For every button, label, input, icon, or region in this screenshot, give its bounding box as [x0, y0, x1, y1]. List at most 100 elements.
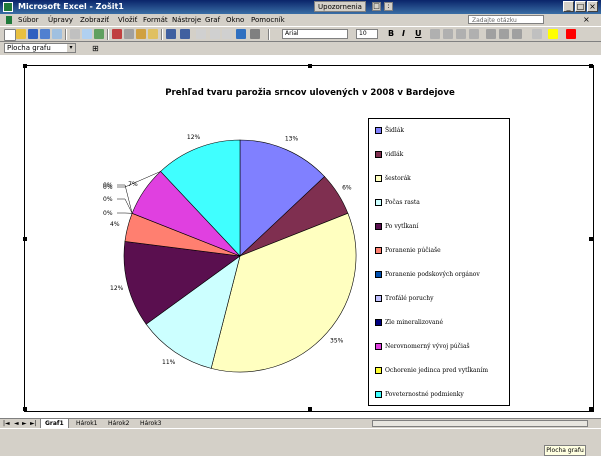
legend-item[interactable]: Počas rasta — [375, 199, 420, 211]
menu-file[interactable]: Súbor — [18, 15, 38, 25]
email-icon[interactable] — [52, 29, 62, 39]
print-preview-icon[interactable] — [82, 29, 92, 39]
legend-item[interactable]: Poranenie púčiaše — [375, 247, 441, 259]
legend-label: Nerovnomerný vývoj púčiaš — [385, 343, 470, 350]
menu-tools[interactable]: Nástroje — [172, 15, 201, 25]
italic-button[interactable]: I — [402, 29, 405, 39]
sheet-tab-harok2[interactable]: Hárok2 — [104, 419, 134, 428]
data-label-4[interactable]: 12% — [110, 285, 124, 292]
help-question-input[interactable]: Zadajte otázku — [468, 15, 544, 24]
document-close-button[interactable]: × — [583, 15, 590, 25]
align-right-icon[interactable] — [456, 29, 466, 39]
menu-window[interactable]: Okno — [226, 15, 244, 25]
chart-legend[interactable]: Šidlák vidlák šestorák Počas rasta Po vytĺka… — [368, 118, 510, 406]
restore-small-icon[interactable]: □ — [372, 2, 381, 11]
excel-icon[interactable] — [3, 2, 13, 12]
legend-swatch — [375, 127, 382, 134]
copy-icon[interactable] — [124, 29, 134, 39]
legend-item[interactable]: Nerovnomerný vývoj púčiaš — [375, 343, 470, 355]
currency-icon[interactable] — [486, 29, 496, 39]
data-label-11[interactable]: 12% — [187, 134, 201, 141]
first-sheet-button[interactable]: |◄ — [3, 420, 10, 428]
chart-wizard-icon[interactable] — [236, 29, 246, 39]
menu-chart[interactable]: Graf — [205, 15, 220, 25]
window-controls: _ □ × — [563, 1, 598, 12]
undo-icon[interactable] — [166, 29, 176, 39]
legend-swatch — [375, 367, 382, 374]
align-left-icon[interactable] — [430, 29, 440, 39]
next-sheet-button[interactable]: ► — [22, 420, 27, 428]
fill-color-icon[interactable] — [548, 29, 558, 39]
legend-item[interactable]: Poranenie podskových orgánov — [375, 271, 480, 283]
cut-icon[interactable] — [112, 29, 122, 39]
chart-objects-bar: Plocha grafu ▾ ⊞ — [0, 42, 601, 55]
legend-item[interactable]: Šidlák — [375, 127, 404, 139]
chart-area[interactable]: Prehľad tvaru parožia srncov ulovených v… — [24, 65, 594, 412]
sheet-tabs-bar: |◄ ◄ ► ►| Graf1 Hárok1 Hárok2 Hárok3 — [0, 418, 601, 428]
borders-icon[interactable] — [532, 29, 542, 39]
font-color-icon[interactable] — [566, 29, 576, 39]
new-icon[interactable] — [4, 29, 16, 41]
format-painter-icon[interactable] — [148, 29, 158, 39]
last-sheet-button[interactable]: ►| — [30, 420, 37, 428]
merge-center-icon[interactable] — [469, 29, 479, 39]
document-icon[interactable] — [6, 16, 12, 24]
menu-help[interactable]: Pomocník — [251, 15, 285, 25]
data-label-7[interactable]: 0% — [103, 196, 113, 203]
percent-icon[interactable] — [499, 29, 509, 39]
legend-item[interactable]: šestorák — [375, 175, 411, 187]
autosum-icon[interactable] — [196, 29, 206, 39]
menu-insert[interactable]: Vložiť — [118, 15, 137, 25]
open-icon[interactable] — [16, 29, 26, 39]
permission-icon[interactable] — [40, 29, 50, 39]
legend-item[interactable]: vidlák — [375, 151, 403, 163]
legend-swatch — [375, 151, 382, 158]
drawing-icon[interactable] — [250, 29, 260, 39]
menu-view[interactable]: Zobraziť — [80, 15, 109, 25]
leader-line-7 — [117, 199, 132, 213]
sheet-tab-harok1[interactable]: Hárok1 — [72, 419, 102, 428]
menu-format[interactable]: Formát — [143, 15, 168, 25]
maximize-button[interactable]: □ — [575, 1, 586, 12]
legend-label: Poveternostné podmienky — [385, 391, 464, 398]
data-label-5[interactable]: 4% — [110, 221, 120, 228]
close-button[interactable]: × — [587, 1, 598, 12]
horizontal-scrollbar[interactable] — [372, 420, 588, 427]
legend-swatch — [375, 343, 382, 350]
options-icon[interactable]: : — [384, 2, 393, 11]
chart-objects-select[interactable]: Plocha grafu ▾ — [4, 43, 76, 53]
menu-edit[interactable]: Úpravy — [48, 15, 73, 25]
toolbar-separator — [268, 29, 270, 40]
legend-item[interactable]: Zle mineralizované — [375, 319, 443, 331]
legend-item[interactable]: Trofálé poruchy — [375, 295, 433, 307]
title-bar: Microsoft Excel - Zošit1 Upozornenia □ :… — [0, 0, 601, 14]
sheet-tab-harok3[interactable]: Hárok3 — [136, 419, 166, 428]
paste-icon[interactable] — [136, 29, 146, 39]
font-name-select[interactable]: Arial — [282, 29, 348, 39]
spelling-icon[interactable] — [94, 29, 104, 39]
data-label-2[interactable]: 35% — [330, 338, 344, 345]
print-icon[interactable] — [70, 29, 80, 39]
chart-format-icon[interactable]: ⊞ — [92, 44, 99, 53]
minimize-button[interactable]: _ — [563, 1, 574, 12]
data-label-3[interactable]: 11% — [162, 359, 176, 366]
legend-item[interactable]: Ochorenie jedinca pred vytĺkaním — [375, 367, 488, 379]
redo-icon[interactable] — [180, 29, 190, 39]
underline-button[interactable]: U — [415, 29, 422, 39]
data-label-1[interactable]: 6% — [342, 184, 352, 191]
decrease-decimal-icon[interactable] — [512, 29, 522, 39]
sort-ascending-icon[interactable] — [210, 29, 220, 39]
data-label-10[interactable]: 0% — [103, 184, 113, 191]
data-label-8[interactable]: 0% — [103, 210, 113, 217]
notifications-button[interactable]: Upozornenia — [314, 1, 366, 12]
save-icon[interactable] — [28, 29, 38, 39]
font-size-select[interactable]: 10 — [356, 29, 378, 39]
legend-item[interactable]: Poveternostné podmienky — [375, 391, 464, 403]
chevron-down-icon[interactable]: ▾ — [67, 44, 75, 52]
legend-item[interactable]: Po vytĺkaní — [375, 223, 418, 235]
prev-sheet-button[interactable]: ◄ — [14, 420, 19, 428]
bold-button[interactable]: B — [388, 29, 394, 39]
sort-descending-icon[interactable] — [222, 29, 232, 39]
data-label-0[interactable]: 13% — [285, 136, 299, 143]
align-center-icon[interactable] — [443, 29, 453, 39]
